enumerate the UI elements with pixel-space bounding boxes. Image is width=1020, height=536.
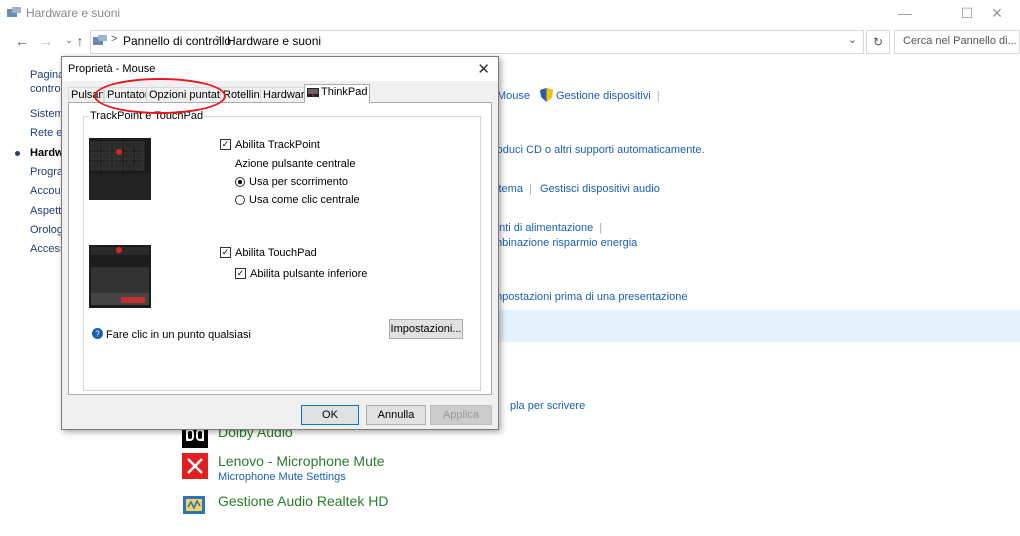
forward-arrow-icon[interactable]: →: [36, 31, 56, 51]
thinkpad-icon: [307, 88, 319, 97]
thinkpad-tab-panel: TrackPoint e TouchPad ✓ Abilita TrackPoi…: [68, 102, 492, 395]
address-dropdown-icon[interactable]: ⌄: [848, 33, 857, 46]
link-power-buttons[interactable]: anti di alimentazione |: [493, 222, 602, 234]
annotation-ellipse: [94, 78, 226, 114]
settings-button[interactable]: Impostazioni...: [389, 319, 463, 339]
link-manage-audio[interactable]: Gestisci dispositivi audio: [540, 183, 660, 195]
shield-icon: [540, 88, 553, 102]
enable-trackpoint-label[interactable]: Abilita TrackPoint: [235, 139, 320, 151]
use-as-middle-click-label[interactable]: Usa come clic centrale: [249, 194, 360, 206]
nav-programs[interactable]: Progra: [30, 166, 63, 178]
item-title[interactable]: Gestione Audio Realtek HD: [218, 493, 388, 509]
apply-button[interactable]: Applica: [430, 405, 492, 425]
use-as-middle-click-radio[interactable]: [235, 195, 245, 205]
enable-touchpad-label[interactable]: Abilita TouchPad: [235, 247, 317, 259]
enable-trackpoint-checkbox[interactable]: ✓: [220, 139, 231, 150]
help-text: Fare clic in un punto qualsiasi: [106, 329, 251, 341]
dialog-title: Proprietà - Mouse: [68, 63, 156, 75]
dialog-close-icon[interactable]: ✕: [477, 60, 490, 78]
help-icon: ?: [92, 328, 103, 339]
nav-home[interactable]: Pagina: [30, 69, 64, 81]
middle-button-action-label: Azione pulsante centrale: [235, 158, 356, 170]
minimize-button[interactable]: —: [882, 0, 928, 26]
mouse-properties-dialog: Proprietà - Mouse ✕ Pulsan Puntatori Opz…: [61, 56, 499, 430]
microphone-mute-icon: [182, 453, 208, 479]
enable-lower-button-label[interactable]: Abilita pulsante inferiore: [250, 268, 367, 280]
breadcrumb-separator: >: [111, 33, 118, 45]
back-arrow-icon[interactable]: ←: [12, 31, 32, 51]
control-panel-icon: [93, 35, 107, 45]
refresh-icon[interactable]: ↻: [866, 30, 890, 54]
svg-text:?: ?: [95, 330, 100, 339]
ok-button[interactable]: OK: [301, 405, 359, 425]
control-panel-icon: [7, 7, 21, 17]
link-pen[interactable]: pla per scrivere: [510, 400, 585, 412]
address-bar[interactable]: > Pannello di controllo > Hardware e suo…: [90, 30, 864, 54]
link-mouse[interactable]: Mouse: [497, 90, 530, 102]
window-title: Hardware e suoni: [26, 6, 121, 20]
highlighted-row[interactable]: [497, 310, 1020, 342]
trackpoint-touchpad-group: TrackPoint e TouchPad ✓ Abilita TrackPoi…: [83, 110, 481, 391]
tab-thinkpad-label: ThinkPad: [321, 86, 368, 98]
search-input[interactable]: Cerca nel Pannello di...: [894, 30, 1020, 54]
item-subtitle[interactable]: Microphone Mute Settings: [218, 471, 346, 483]
breadcrumb-hardware-sound[interactable]: Hardware e suoni: [227, 34, 321, 48]
trackpoint-keyboard-image: [89, 138, 151, 200]
realtek-audio-icon: [183, 496, 205, 514]
link-autoplay[interactable]: roduci CD o altri supporti automaticamen…: [493, 144, 705, 156]
enable-touchpad-checkbox[interactable]: ✓: [220, 247, 231, 258]
touchpad-image: [89, 245, 151, 308]
enable-lower-button-checkbox[interactable]: ✓: [235, 268, 246, 279]
breadcrumb-separator: >: [215, 33, 222, 45]
close-button[interactable]: ✕: [974, 0, 1020, 26]
search-placeholder: Cerca nel Pannello di...: [903, 35, 1017, 47]
dialog-title-bar: Proprietà - Mouse ✕: [62, 57, 498, 81]
use-for-scrolling-radio[interactable]: [235, 177, 245, 187]
nav-network[interactable]: Rete e: [30, 127, 62, 139]
cancel-button[interactable]: Annulla: [366, 405, 426, 425]
navigation-bar: ← → ⌄ ↑ > Pannello di controllo > Hardwa…: [0, 26, 1020, 56]
active-bullet: [15, 151, 20, 156]
tab-thinkpad[interactable]: ThinkPad: [304, 84, 371, 103]
item-title[interactable]: Lenovo - Microphone Mute: [218, 453, 385, 469]
link-device-manager[interactable]: Gestione dispositivi |: [556, 90, 660, 102]
window-title-bar: Hardware e suoni — ☐ ✕: [0, 0, 1020, 26]
link-presentation-settings[interactable]: mpostazioni prima di una presentazione: [493, 291, 687, 303]
nav-clock[interactable]: Orolog: [30, 224, 63, 236]
up-arrow-icon[interactable]: ↑: [70, 31, 90, 51]
use-for-scrolling-label[interactable]: Usa per scorrimento: [249, 176, 348, 188]
link-power-plan[interactable]: mbinazione risparmio energia: [493, 237, 637, 249]
